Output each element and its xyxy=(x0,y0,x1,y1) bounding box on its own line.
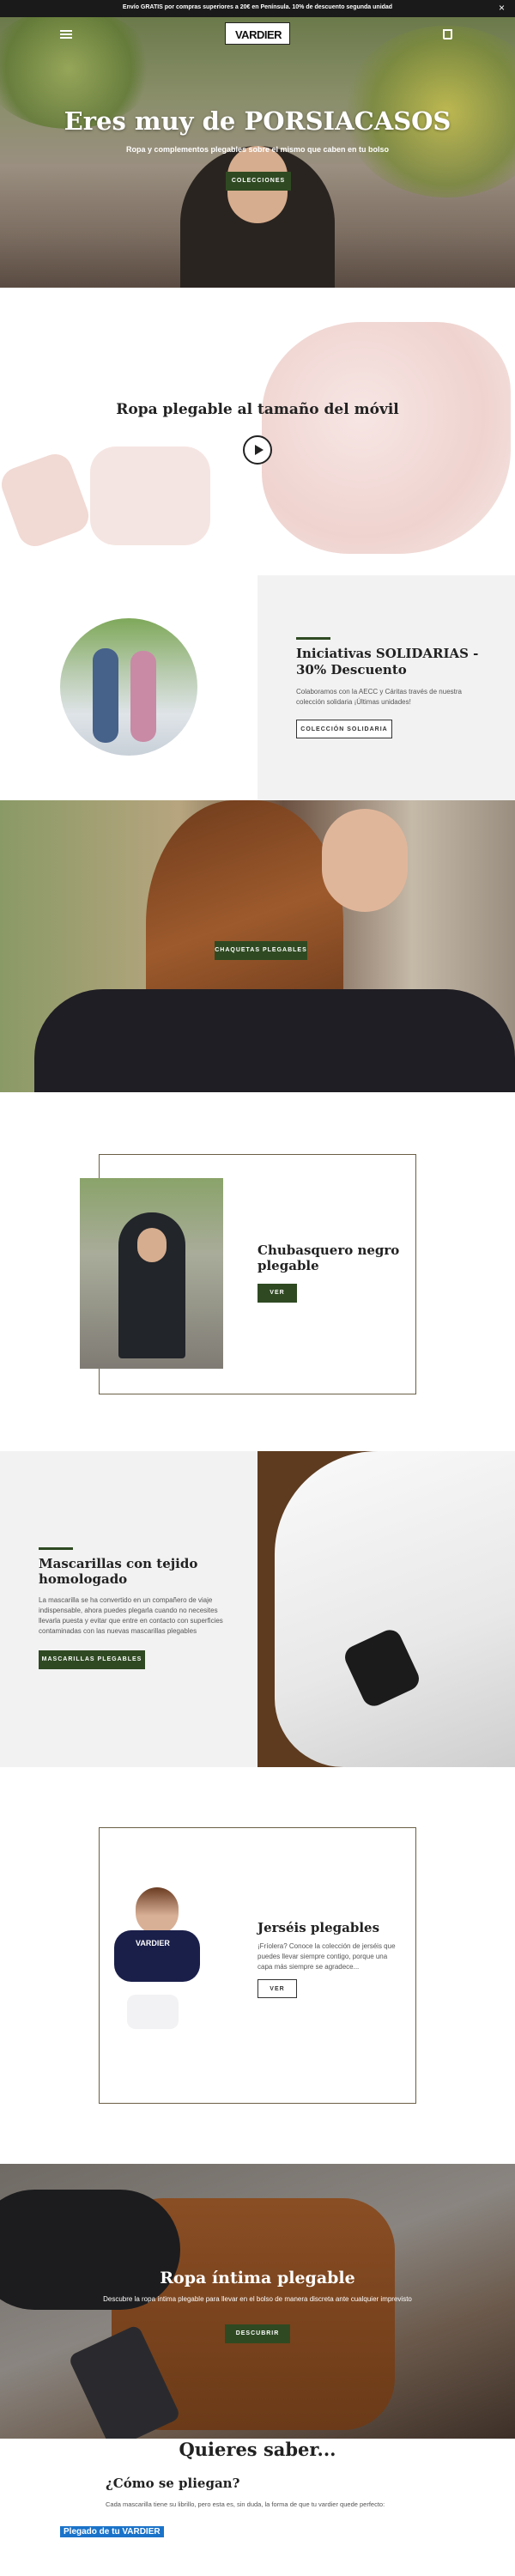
play-icon xyxy=(255,445,264,455)
header-bar: VARDIER xyxy=(0,17,515,52)
jerseis-title: Jerséis plegables xyxy=(258,1920,380,1935)
chaquetas-button[interactable]: CHAQUETAS PLEGABLES xyxy=(215,941,307,960)
legs-image xyxy=(0,2190,180,2310)
chubasquero-section: Chubasquero negro plegable VER xyxy=(0,1092,515,1451)
solidarias-section: Iniciativas SOLIDARIAS - 30% Descuento C… xyxy=(0,575,515,800)
faq-question[interactable]: ¿Cómo se pliegan? xyxy=(106,2476,239,2491)
logo-text: VARDIER xyxy=(234,28,282,41)
jacket-image xyxy=(262,322,511,554)
menu-icon[interactable] xyxy=(60,30,72,39)
jerseis-section: VARDIER Jerséis plegables ¡Fríolera? Con… xyxy=(0,1767,515,2164)
accent-rule xyxy=(39,1547,73,1550)
chaquetas-banner: CHAQUETAS PLEGABLES xyxy=(0,800,515,1092)
mascarillas-text: La mascarilla se ha convertido en un com… xyxy=(39,1596,223,1635)
intima-text: Descubre la ropa íntima plegable para ll… xyxy=(103,2295,412,2303)
announcement-bar: Envío GRATIS por compras superiores a 20… xyxy=(0,0,515,17)
pouch-image xyxy=(0,449,94,551)
mascarillas-title: Mascarillas con tejido homologado xyxy=(39,1556,198,1587)
hero-section: VARDIER Eres muy de PORSIACASOS Ropa y c… xyxy=(0,17,515,288)
close-icon[interactable]: × xyxy=(499,2,505,14)
solidarias-image xyxy=(60,618,197,756)
faq-link[interactable]: Plegado de tu VARDIER xyxy=(60,2526,164,2537)
logo[interactable]: VARDIER xyxy=(225,22,290,45)
video-title: Ropa plegable al tamaño del móvil xyxy=(116,401,399,418)
folded-jacket-image xyxy=(90,447,210,545)
chubasquero-image xyxy=(80,1178,223,1369)
chubasquero-button[interactable]: VER xyxy=(258,1284,297,1303)
face xyxy=(322,809,408,912)
mascarillas-image xyxy=(258,1451,515,1767)
solidarias-title: Iniciativas SOLIDARIAS - 30% Descuento xyxy=(296,646,479,677)
faq-heading: Quieres saber... xyxy=(179,2439,336,2460)
solidaria-button[interactable]: COLECCIÓN SOLIDARIA xyxy=(296,720,392,738)
announcement-text: Envío GRATIS por compras superiores a 20… xyxy=(122,4,393,10)
jacket xyxy=(34,989,515,1092)
intima-section: Ropa íntima plegable Descubre la ropa ín… xyxy=(0,2164,515,2439)
mascarillas-section: Mascarillas con tejido homologado La mas… xyxy=(0,1451,515,1767)
hero-title: Eres muy de PORSIACASOS xyxy=(64,106,451,136)
cart-icon[interactable] xyxy=(443,29,452,39)
solidarias-panel: Iniciativas SOLIDARIAS - 30% Descuento C… xyxy=(258,575,515,800)
video-section: Ropa plegable al tamaño del móvil xyxy=(0,288,515,575)
play-button[interactable] xyxy=(243,435,272,465)
faq-answer: Cada mascarilla tiene su librillo, pero … xyxy=(106,2500,385,2508)
jerseis-text: ¡Fríolera? Conoce la colección de jerséi… xyxy=(258,1942,396,1971)
chubasquero-title: Chubasquero negro plegable xyxy=(258,1242,400,1273)
product-label: VARDIER xyxy=(136,1939,170,1947)
mascarillas-button[interactable]: MASCARILLAS PLEGABLES xyxy=(39,1650,145,1669)
hero-subtitle: Ropa y complementos plegables sobre el m… xyxy=(125,145,390,154)
collections-button[interactable]: COLECCIONES xyxy=(226,172,291,191)
solidarias-text: Colaboramos con la AECC y Cáritas través… xyxy=(296,688,462,706)
jerseis-button[interactable]: VER xyxy=(258,1979,297,1998)
jerseis-image: VARDIER xyxy=(110,1887,204,2033)
intima-button[interactable]: DESCUBRIR xyxy=(225,2324,290,2343)
faq-section: Quieres saber... ¿Cómo se pliegan? Cada … xyxy=(0,2439,515,2576)
intima-title: Ropa íntima plegable xyxy=(160,2269,355,2287)
accent-rule xyxy=(296,637,330,640)
